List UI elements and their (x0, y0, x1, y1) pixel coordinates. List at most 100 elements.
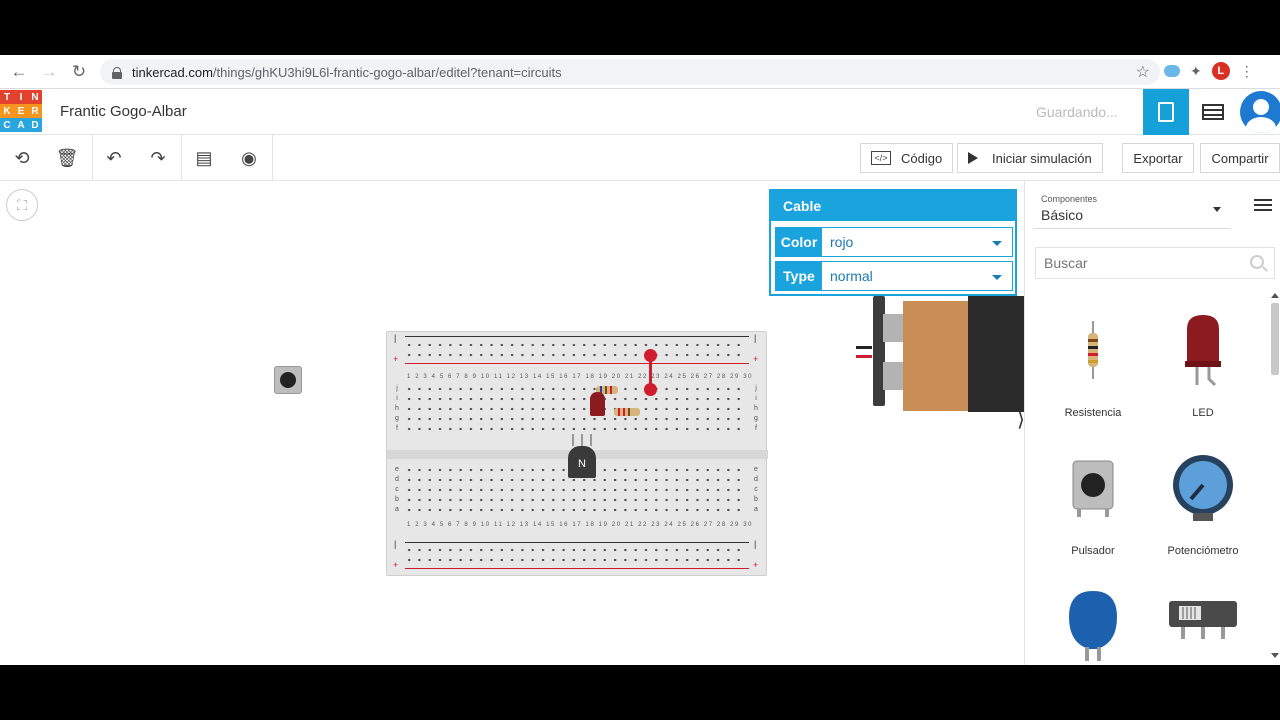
component-slide-switch[interactable] (1153, 587, 1253, 665)
row-letter: c (754, 486, 758, 493)
battery-red-lead[interactable] (856, 355, 872, 358)
components-scrollbar[interactable] (1271, 293, 1279, 663)
wire-endpoint[interactable] (644, 349, 657, 362)
list-view-icon[interactable] (1254, 199, 1272, 213)
npn-transistor[interactable]: N (568, 446, 596, 478)
scroll-up-arrow-icon[interactable] (1271, 293, 1279, 298)
resistor-band (605, 386, 607, 394)
component-search-input[interactable] (1036, 248, 1236, 278)
row-letters-right-bottom: edcba (752, 465, 760, 515)
components-select-value: Básico (1041, 207, 1084, 223)
resistor-component[interactable] (614, 408, 640, 416)
reload-button[interactable]: ↻ (64, 57, 94, 87)
column-numbers-bottom: 1 2 3 4 5 6 7 8 9 10 11 12 13 14 15 16 1… (407, 522, 754, 528)
code-button-label: Código (901, 150, 943, 166)
profile-avatar[interactable]: L (1211, 62, 1230, 80)
cable-type-value[interactable]: normal (822, 262, 1012, 290)
project-title[interactable]: Frantic Gogo-Albar (60, 103, 187, 120)
resistor-band (610, 386, 612, 394)
toolbar-divider (181, 135, 182, 181)
notes-icon[interactable]: ▤ (189, 143, 219, 173)
visibility-icon[interactable]: ◉ (234, 143, 264, 173)
forward-button[interactable]: → (34, 57, 64, 87)
column-numbers-top: 1 2 3 4 5 6 7 8 9 10 11 12 13 14 15 16 1… (407, 374, 754, 380)
rail-minus-sign: | (754, 539, 757, 549)
redo-icon[interactable]: ↷ (143, 143, 173, 173)
toolbar-divider (272, 135, 273, 181)
address-bar[interactable]: tinkercad.com/things/ghKU3hi9L6l-frantic… (100, 59, 1160, 85)
resistor-icon (1088, 321, 1098, 379)
component-resistor[interactable]: Resistencia (1043, 311, 1143, 431)
table-icon (1202, 104, 1224, 120)
tinkercad-logo[interactable]: T I N K E R C A D (0, 90, 42, 132)
row-letter: e (395, 466, 399, 473)
rail-line-negative (405, 542, 749, 543)
component-led[interactable]: LED (1153, 311, 1253, 431)
circuit-view-button[interactable] (1143, 89, 1189, 135)
rotate-icon[interactable]: ⟲ (7, 143, 37, 173)
share-button[interactable]: Compartir (1200, 143, 1280, 173)
capacitor-icon (1069, 591, 1117, 661)
pushbutton-component[interactable] (274, 363, 302, 397)
start-simulation-label: Iniciar simulación (992, 150, 1092, 166)
search-icon[interactable] (1250, 255, 1264, 269)
export-button[interactable]: Exportar (1122, 143, 1194, 173)
letterbox-top (0, 0, 1280, 55)
component-potentiometer[interactable]: Potenciómetro (1153, 449, 1253, 569)
chevron-down-icon (992, 241, 1002, 246)
row-letter: h (395, 405, 399, 412)
browser-menu-icon[interactable]: ⋮ (1240, 63, 1254, 80)
row-letter: d (395, 476, 399, 483)
pushbutton-icon (1072, 460, 1114, 517)
bookmark-star-icon[interactable]: ☆ (1136, 62, 1150, 82)
url-domain: tinkercad.com (132, 64, 213, 80)
terminal-holes-top (404, 384, 744, 434)
undo-icon[interactable]: ↶ (99, 143, 129, 173)
transistor-leg (572, 434, 574, 446)
panel-collapse-chevron-icon[interactable]: ⟩ (1017, 407, 1024, 437)
component-list-view-button[interactable] (1190, 89, 1236, 135)
delete-icon[interactable]: 🗑 (52, 143, 82, 173)
battery-black-lead[interactable] (856, 346, 872, 349)
components-category-select[interactable]: Componentes Básico (1033, 189, 1231, 229)
logo-letter: R (28, 104, 42, 118)
cable-type-text: normal (830, 268, 873, 284)
cable-type-label: Type (776, 262, 822, 290)
component-capacitor[interactable] (1043, 587, 1143, 665)
rail-line-negative (405, 336, 749, 337)
component-label: Resistencia (1064, 407, 1122, 419)
code-button[interactable]: </> Código (860, 143, 954, 173)
circuit-canvas[interactable]: ⛶ | | + + 1 2 3 4 5 6 7 8 9 10 11 12 13 … (0, 181, 1024, 665)
row-letter: j (755, 385, 757, 392)
row-letter: g (395, 415, 399, 422)
cable-color-value[interactable]: rojo (822, 228, 1012, 256)
component-label: LED (1192, 407, 1214, 419)
component-pushbutton[interactable]: Pulsador (1043, 449, 1143, 569)
zoom-to-fit-icon[interactable]: ⛶ (6, 189, 38, 221)
led-component[interactable] (590, 392, 605, 416)
component-label: Pulsador (1071, 545, 1115, 557)
wire-endpoint[interactable] (644, 383, 657, 396)
cable-type-select[interactable]: Type normal (775, 261, 1013, 291)
resistor-band (623, 408, 625, 416)
resistor-band (628, 408, 630, 416)
share-label: Compartir (1211, 150, 1269, 166)
back-button[interactable]: ← (4, 57, 34, 87)
scrollbar-thumb[interactable] (1271, 303, 1279, 375)
component-search[interactable] (1035, 247, 1275, 279)
transistor-leg (581, 434, 583, 446)
extensions-puzzle-icon[interactable]: ✦ (1190, 63, 1202, 80)
user-avatar[interactable] (1240, 91, 1280, 133)
battery-component[interactable] (873, 296, 1024, 412)
logo-letter: D (28, 118, 42, 132)
export-label: Exportar (1133, 150, 1183, 166)
cable-color-label: Color (776, 228, 822, 256)
code-icon: </> (871, 151, 891, 165)
scroll-down-arrow-icon[interactable] (1271, 653, 1279, 658)
battery-body (903, 301, 968, 411)
cable-color-select[interactable]: Color rojo (775, 227, 1013, 257)
start-simulation-button[interactable]: Iniciar simulación (957, 143, 1103, 173)
cloud-extension-icon[interactable] (1164, 65, 1180, 77)
row-letters-right-top: jihgf (752, 384, 760, 434)
slide-switch-icon (1169, 601, 1237, 639)
